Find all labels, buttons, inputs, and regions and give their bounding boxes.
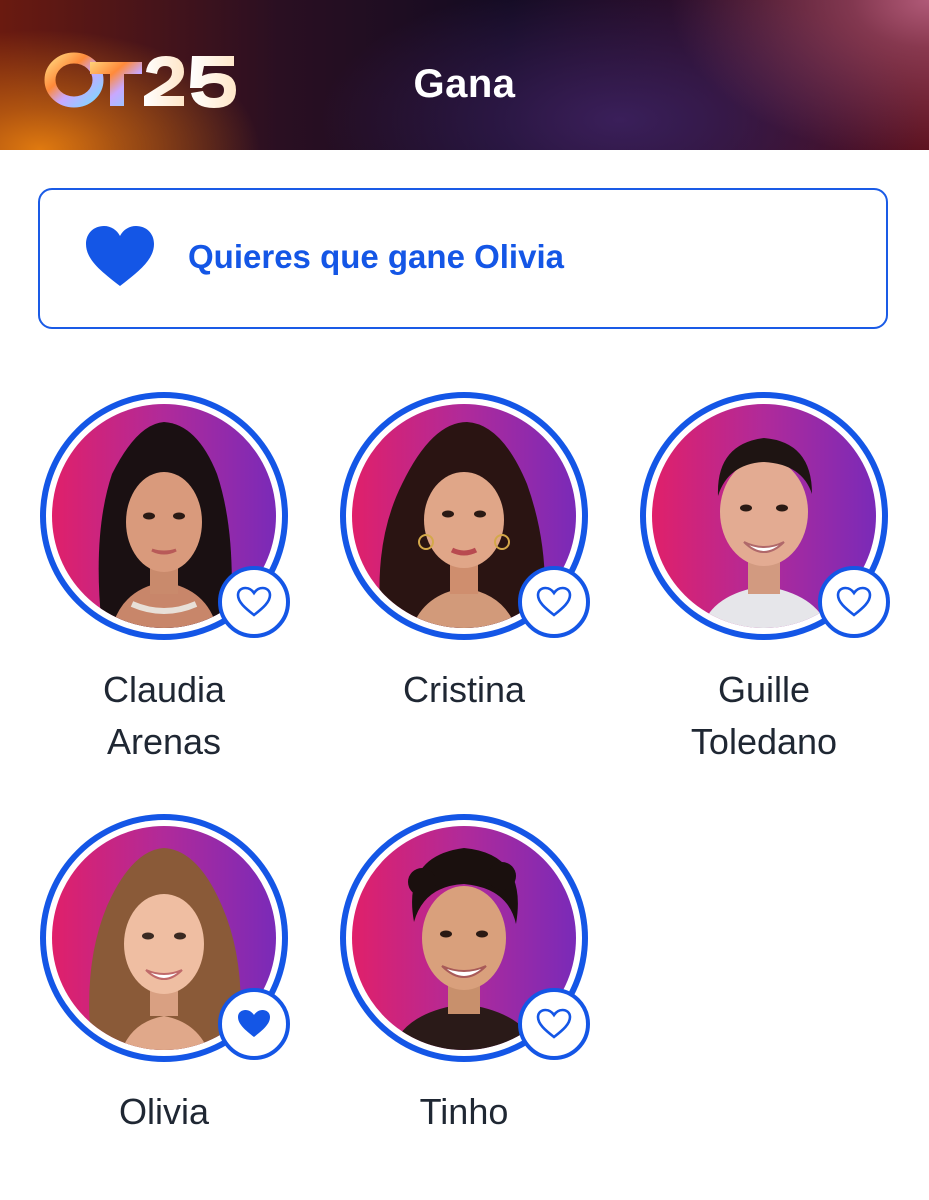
heart-outline-icon xyxy=(536,1008,572,1039)
favorite-banner-text: Quieres que gane Olivia xyxy=(188,238,564,275)
heart-filled-icon xyxy=(86,226,154,286)
favorite-toggle-button[interactable] xyxy=(218,566,290,638)
favorite-toggle-button[interactable] xyxy=(518,566,590,638)
favorite-toggle-button[interactable] xyxy=(818,566,890,638)
contestant-name: Claudia Arenas xyxy=(102,669,226,762)
contestant-name: Tinho xyxy=(419,1091,509,1132)
heart-outline-icon xyxy=(836,586,872,617)
favorite-banner: Quieres que gane Olivia xyxy=(38,188,888,329)
contestant-name: Guille Toledano xyxy=(690,669,838,762)
favorite-toggle-button[interactable] xyxy=(218,988,290,1060)
contestant-name: Olivia xyxy=(118,1091,210,1132)
favorite-toggle-button[interactable] xyxy=(518,988,590,1060)
app-header: Gana xyxy=(0,0,929,150)
contestant-name: Cristina xyxy=(402,669,526,710)
page-title: Gana xyxy=(413,62,516,106)
heart-outline-icon xyxy=(536,586,572,617)
heart-filled-icon xyxy=(238,1010,270,1037)
heart-outline-icon xyxy=(236,586,272,617)
